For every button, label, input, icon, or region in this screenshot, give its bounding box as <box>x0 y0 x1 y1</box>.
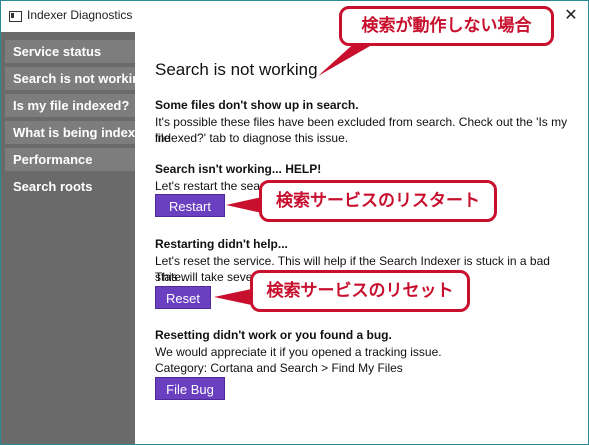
annotation-arrows <box>214 38 384 306</box>
callout-top: 検索が動作しない場合 <box>339 6 554 46</box>
callout-reset: 検索サービスのリセット <box>250 270 470 312</box>
callout-restart: 検索サービスのリスタート <box>259 180 497 222</box>
